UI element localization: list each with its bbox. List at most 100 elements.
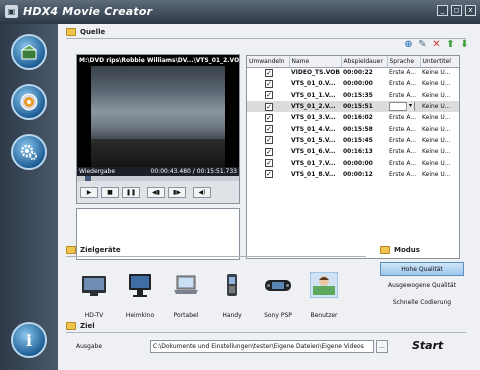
next-frame-button[interactable]: ▮▶ bbox=[168, 186, 186, 198]
table-row[interactable]: ✓ VTS_01_5.V... 00:15:45 Erste A... Keine U.… bbox=[247, 135, 459, 146]
device-label: Benutzer bbox=[310, 312, 338, 319]
pause-button[interactable]: ❚❚ bbox=[122, 186, 140, 198]
window-controls: _ ◻ x bbox=[437, 5, 476, 16]
home-cinema-icon bbox=[129, 274, 151, 297]
sidebar: i bbox=[0, 24, 58, 370]
convert-checkbox[interactable]: ✓ bbox=[265, 68, 273, 77]
move-up-icon[interactable]: ⬆ bbox=[445, 39, 456, 50]
column-header[interactable]: Abspieldauer bbox=[341, 56, 388, 68]
table-row[interactable]: ✓ VTS_01_1.V... 00:15:35 Erste A... Keine U.… bbox=[247, 90, 459, 101]
convert-cell: ✓ bbox=[247, 67, 289, 78]
start-button[interactable]: Start bbox=[412, 339, 443, 352]
table-row[interactable]: ✓ VTS_01_6.V... 00:16:13 Erste A... Keine U.… bbox=[247, 146, 459, 157]
convert-cell: ✓ bbox=[247, 157, 289, 168]
table-row[interactable]: ✓ VTS_01_8.V... 00:00:12 Erste A... Keine U.… bbox=[247, 169, 459, 180]
table-row[interactable]: ✓ VTS_01_3.V... 00:16:02 Erste A... Keine U.… bbox=[247, 112, 459, 123]
app-logo-icon: ▣ bbox=[5, 5, 18, 18]
folder-icon bbox=[66, 322, 76, 330]
column-header[interactable]: Name bbox=[289, 56, 342, 68]
track-toolbar: ⊕ ✎ ✕ ⬆ ⬇ bbox=[403, 39, 470, 50]
device-label: Handy bbox=[222, 312, 242, 319]
move-down-icon[interactable]: ⬇ bbox=[459, 39, 470, 50]
convert-checkbox[interactable]: ✓ bbox=[265, 79, 273, 88]
sidebar-info-button[interactable]: i bbox=[11, 322, 47, 358]
track-name-cell: VTS_01_1.V... bbox=[291, 91, 336, 99]
minimize-button[interactable]: _ bbox=[437, 5, 448, 16]
playback-status-bar: Wiedergabe 00:00:43.480 / 00:15:51.733 bbox=[77, 167, 239, 176]
volume-button[interactable]: ◀) bbox=[193, 186, 211, 198]
playback-controls: ▶ ■ ❚❚ ◀▮ ▮▶ ◀) bbox=[77, 181, 239, 203]
table-row[interactable]: ✓ VTS_01_7.V... 00:00:00 Erste A... Keine U.… bbox=[247, 157, 459, 168]
table-row[interactable]: ✓ VTS_01_4.V... 00:15:58 Erste A... Keine U.… bbox=[247, 123, 459, 134]
close-button[interactable]: x bbox=[465, 5, 476, 16]
track-subtitle-cell: Keine U... bbox=[422, 159, 451, 167]
convert-checkbox[interactable]: ✓ bbox=[265, 125, 273, 134]
mode-balanced-quality[interactable]: Ausgewogene Qualität bbox=[380, 279, 464, 293]
convert-checkbox[interactable]: ✓ bbox=[265, 159, 273, 168]
remove-icon[interactable]: ✕ bbox=[431, 39, 442, 50]
track-name-cell: VTS_01_3.V... bbox=[291, 114, 336, 122]
source-header: Quelle bbox=[66, 28, 105, 36]
mode-fast-encoding[interactable]: Schnelle Codierung bbox=[380, 296, 464, 310]
track-subtitle-cell: Keine U... bbox=[422, 91, 451, 99]
maximize-button[interactable]: ◻ bbox=[451, 5, 462, 16]
convert-cell: ✓ bbox=[247, 135, 289, 146]
playback-time: 00:00:43.480 / 00:15:51.733 bbox=[150, 168, 237, 175]
folder-icon bbox=[380, 246, 390, 254]
sidebar-project-button[interactable] bbox=[11, 34, 47, 70]
convert-checkbox[interactable]: ✓ bbox=[265, 136, 273, 145]
target-divider bbox=[66, 332, 466, 333]
track-name-cell: VTS_01_0.V... bbox=[291, 80, 336, 88]
devices-divider bbox=[66, 256, 366, 257]
previous-frame-button[interactable]: ◀▮ bbox=[147, 186, 165, 198]
device-hd-tv[interactable]: HD-TV bbox=[74, 268, 114, 328]
device-portable[interactable]: Portabel bbox=[166, 268, 206, 328]
video-path: M:\DVD rips\Robbie Williams\DV...\VTS_01… bbox=[77, 55, 239, 66]
stop-button[interactable]: ■ bbox=[101, 186, 119, 198]
track-language-cell: Erste A... bbox=[389, 91, 417, 99]
convert-cell: ✓ bbox=[247, 78, 289, 89]
device-mobile[interactable]: Handy bbox=[212, 268, 252, 328]
track-subtitle-cell: Keine U... bbox=[420, 100, 459, 113]
language-dropdown[interactable]: Erste bbox=[389, 102, 415, 112]
table-row[interactable]: ✓ VTS_01_2.V...00:15:51Erste Keine U... bbox=[247, 100, 459, 113]
track-duration-cell: 00:15:58 bbox=[343, 125, 373, 133]
sidebar-disc-button[interactable] bbox=[11, 84, 47, 120]
convert-checkbox[interactable]: ✓ bbox=[265, 91, 273, 100]
track-duration-cell: 00:00:00 bbox=[343, 80, 373, 88]
table-row[interactable]: ✓ VTS_01_0.V... 00:00:00 Erste A... Keine U.… bbox=[247, 78, 459, 89]
mode-header: Modus bbox=[380, 246, 420, 254]
mode-high-quality[interactable]: Hohe Qualität bbox=[380, 262, 464, 276]
add-icon[interactable]: ⊕ bbox=[403, 39, 414, 50]
source-header-label: Quelle bbox=[80, 28, 106, 36]
track-name-cell: VTS_01_8.V... bbox=[291, 170, 336, 178]
convert-checkbox[interactable]: ✓ bbox=[265, 170, 273, 179]
convert-checkbox[interactable]: ✓ bbox=[265, 102, 273, 111]
track-language-cell: Erste A... bbox=[389, 114, 417, 122]
settings-icon bbox=[20, 144, 37, 160]
output-path-field[interactable]: C:\Dokumente und Einstellungen\tester\Ei… bbox=[150, 340, 374, 353]
tools-icon[interactable]: ✎ bbox=[417, 39, 428, 50]
track-name-cell: VTS_01_5.V... bbox=[291, 136, 336, 144]
column-header[interactable]: Umwandeln bbox=[247, 56, 290, 68]
device-home-cinema[interactable]: Heimkino bbox=[120, 268, 160, 328]
hd-tv-icon bbox=[82, 276, 106, 296]
mode-header-label: Modus bbox=[394, 246, 420, 254]
convert-cell: ✓ bbox=[247, 112, 289, 123]
device-user[interactable]: Benutzer bbox=[304, 268, 344, 328]
column-header[interactable]: Sprache bbox=[387, 56, 421, 68]
video-screen[interactable] bbox=[77, 66, 239, 167]
sidebar-settings-button[interactable] bbox=[11, 134, 47, 170]
language-dropdown-value: Erste bbox=[390, 103, 407, 111]
track-subtitle-cell: Keine U... bbox=[422, 114, 451, 122]
column-header[interactable]: Untertitel bbox=[420, 56, 459, 68]
track-language-cell: Erste A... bbox=[389, 170, 417, 178]
convert-checkbox[interactable]: ✓ bbox=[265, 113, 273, 122]
play-button[interactable]: ▶ bbox=[80, 186, 98, 198]
track-subtitle-cell: Keine U... bbox=[422, 80, 451, 88]
table-row[interactable]: ✓ VIDEO_TS.VOB 00:00:22 Erste A... Keine U..… bbox=[247, 67, 459, 78]
convert-checkbox[interactable]: ✓ bbox=[265, 147, 273, 156]
browse-button[interactable]: ... bbox=[376, 340, 388, 353]
device-sony-psp[interactable]: Sony PSP bbox=[258, 268, 298, 328]
track-duration-cell: 00:00:12 bbox=[343, 170, 373, 178]
